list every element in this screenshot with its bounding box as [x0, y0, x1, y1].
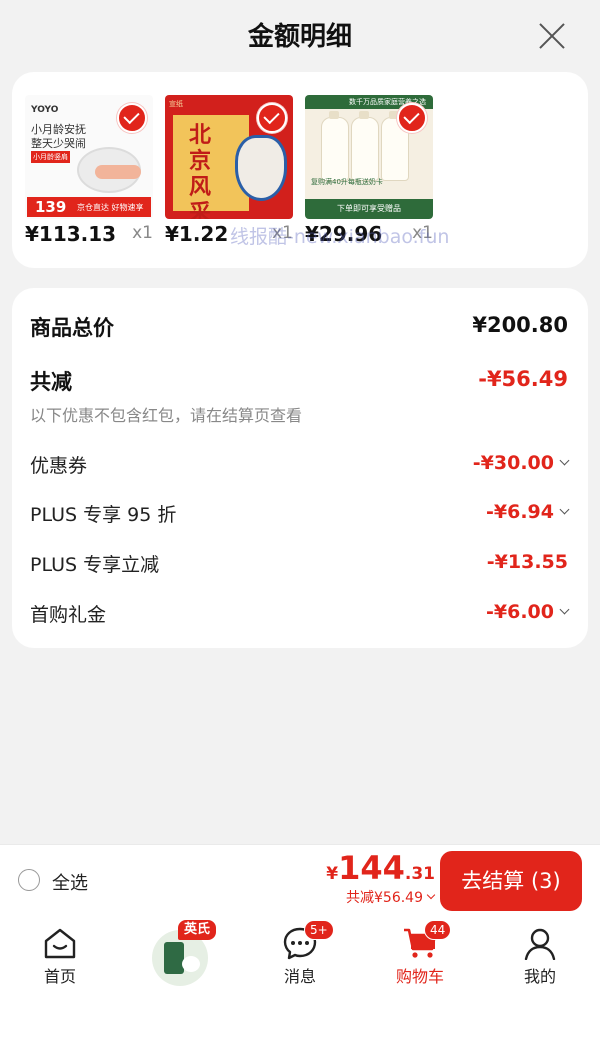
- product-image-text: 宣纸: [169, 100, 183, 108]
- coupon-value: -¥30.00: [472, 452, 554, 474]
- tab-cart[interactable]: 44 购物车: [360, 916, 480, 996]
- coupon-row-value[interactable]: -¥30.00: [472, 452, 570, 474]
- amount-integer: 144: [338, 849, 405, 887]
- checkout-bar: 全选 ¥144.31 共减¥56.49 去结算 (3): [0, 844, 600, 917]
- total-value: ¥200.80: [472, 313, 568, 337]
- plus-reduction-label: PLUS 专享立减: [30, 554, 160, 576]
- total-label: 商品总价: [30, 316, 114, 340]
- chevron-down-icon: [559, 455, 570, 466]
- promo-tag: 英氏: [178, 920, 217, 940]
- milk-bottle-image: [351, 111, 379, 181]
- opera-mask-image: [235, 135, 287, 201]
- discount-label: 共减: [30, 370, 72, 394]
- spoon-image: [95, 165, 141, 179]
- selected-check-icon[interactable]: [117, 103, 147, 133]
- coupon-label: 优惠券: [30, 455, 88, 477]
- tab-profile[interactable]: 我的: [480, 916, 600, 996]
- selected-check-icon[interactable]: [257, 103, 287, 133]
- price-summary-card: 商品总价 ¥200.80 共减 -¥56.49 以下优惠不包含红包，请在结算页查…: [12, 288, 588, 648]
- plus-95-value: -¥6.94: [486, 501, 554, 523]
- first-purchase-row-value[interactable]: -¥6.00: [486, 601, 570, 623]
- tab-messages-label: 消息: [283, 967, 316, 986]
- product-promo-bar: 139 京仓直达 好物速享: [27, 197, 151, 217]
- tab-cart-label: 购物车: [395, 967, 444, 986]
- home-icon: [44, 928, 76, 959]
- selected-products-card: YOYO 小月龄安抚 整天少哭闹 小月龄竖肩 139 京仓直达 好物速享 ¥11…: [12, 72, 588, 268]
- product-price: ¥1.22: [165, 222, 229, 246]
- saved-amount-text: 共减¥56.49: [346, 890, 423, 906]
- tab-home-label: 首页: [43, 967, 76, 986]
- chevron-down-icon: [426, 890, 436, 900]
- tab-messages[interactable]: 5+ 消息: [240, 916, 360, 996]
- select-all-label[interactable]: 全选: [52, 869, 88, 895]
- chevron-down-icon: [559, 504, 570, 515]
- tab-home[interactable]: 首页: [0, 916, 120, 996]
- header: 金额明细: [0, 0, 600, 70]
- tab-profile-label: 我的: [523, 967, 556, 986]
- product-image-text: 整天少哭闹: [31, 137, 86, 150]
- payable-amount: ¥144.31: [326, 849, 435, 887]
- checkout-button[interactable]: 去结算 (3): [440, 851, 582, 911]
- first-purchase-label: 首购礼金: [30, 604, 107, 626]
- discount-note: 以下优惠不包含红包，请在结算页查看: [30, 406, 303, 425]
- product-price: ¥29.96: [305, 222, 383, 246]
- product-promo-bar: 下单即可享受赠品: [305, 199, 433, 219]
- plus-reduction-value: -¥13.55: [486, 551, 568, 573]
- milk-bottle-image: [321, 111, 349, 181]
- page-title: 金额明细: [247, 22, 352, 52]
- product-image-text: 北京风采: [189, 123, 212, 219]
- bottom-tab-bar: 首页 英氏 5+ 消息 44 购物车 我的: [0, 916, 600, 1041]
- message-badge: 5+: [304, 920, 334, 940]
- user-icon: [524, 928, 556, 960]
- selected-check-icon[interactable]: [397, 103, 427, 133]
- close-icon[interactable]: [538, 22, 566, 50]
- currency-symbol: ¥: [326, 864, 339, 884]
- product-price: ¥113.13: [25, 222, 117, 246]
- tab-promo[interactable]: 英氏: [120, 916, 240, 996]
- product-image-tag: 小月龄竖肩: [31, 151, 70, 163]
- first-purchase-value: -¥6.00: [486, 601, 554, 623]
- chevron-down-icon: [559, 604, 570, 615]
- select-all-radio[interactable]: [18, 869, 40, 891]
- plus-95-label: PLUS 专享 95 折: [30, 504, 177, 526]
- promo-text: 京仓直达 好物速享: [77, 203, 144, 212]
- amount-decimal: .31: [404, 864, 435, 884]
- product-image-text: 复购满40升每瓶送奶卡: [311, 178, 383, 186]
- product-quantity: x1: [412, 223, 433, 243]
- product-brand-text: YOYO: [31, 105, 59, 115]
- promo-price: 139: [35, 198, 67, 216]
- product-quantity: x1: [132, 223, 153, 243]
- saved-amount[interactable]: 共减¥56.49: [346, 887, 436, 907]
- product-quantity: x1: [272, 223, 293, 243]
- cart-badge: 44: [424, 920, 452, 940]
- discount-value: -¥56.49: [478, 367, 568, 391]
- plus-95-row-value[interactable]: -¥6.94: [486, 501, 570, 523]
